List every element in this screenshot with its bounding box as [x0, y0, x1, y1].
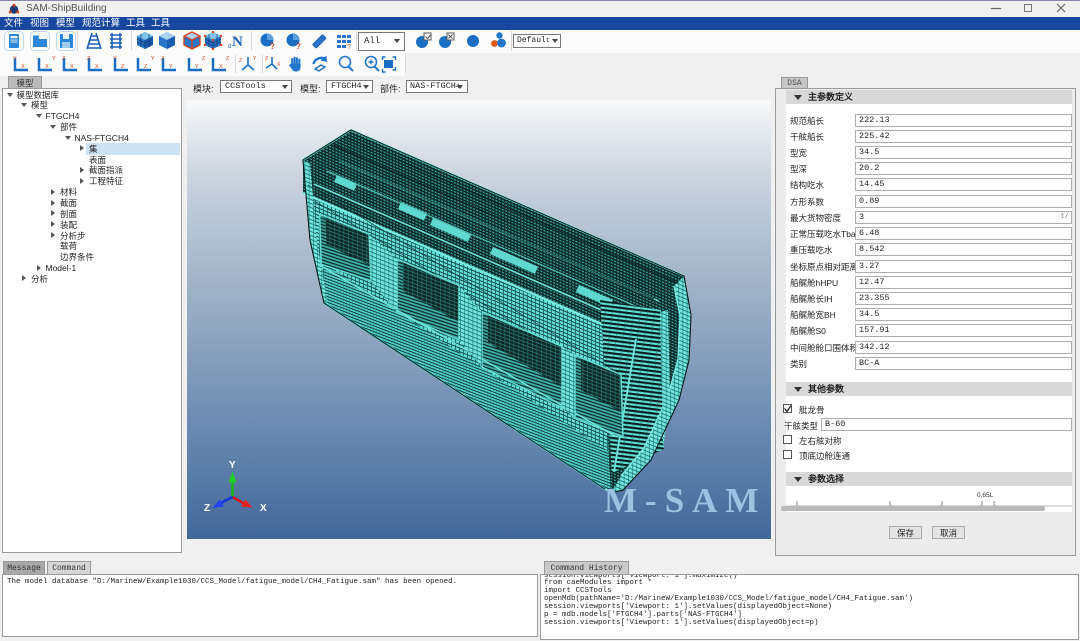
svg-text:X: X	[45, 64, 49, 70]
svg-text:N: N	[232, 34, 243, 50]
svg-text:Y: Y	[151, 56, 155, 62]
svg-text:Z: Z	[226, 56, 230, 62]
svg-text:X: X	[260, 503, 267, 514]
svg-text:X: X	[70, 64, 74, 70]
svg-text:Z: Z	[87, 56, 91, 62]
svg-text:X: X	[277, 62, 281, 68]
svg-text:Z: Z	[161, 56, 165, 62]
svg-text:Y: Y	[253, 56, 257, 62]
svg-text:?: ?	[347, 44, 351, 51]
svg-text:Z: Z	[202, 56, 206, 62]
svg-text:Y: Y	[52, 56, 56, 62]
svg-text:X: X	[95, 64, 99, 70]
svg-text:X: X	[219, 64, 223, 70]
svg-text:Z: Z	[239, 58, 242, 64]
svg-text:Y: Y	[229, 460, 236, 471]
svg-text:?: ?	[270, 42, 275, 51]
svg-text:Y: Y	[169, 64, 173, 70]
svg-text:X: X	[21, 64, 25, 70]
svg-text:Y: Y	[195, 64, 199, 70]
svg-text:Z: Z	[265, 56, 268, 62]
svg-text:Z: Z	[62, 56, 66, 62]
svg-text:Y: Y	[13, 56, 17, 62]
svg-text:?: ?	[296, 42, 301, 51]
svg-text:Z: Z	[204, 503, 210, 514]
svg-text:d: d	[228, 44, 231, 50]
svg-text:Y: Y	[113, 56, 117, 62]
